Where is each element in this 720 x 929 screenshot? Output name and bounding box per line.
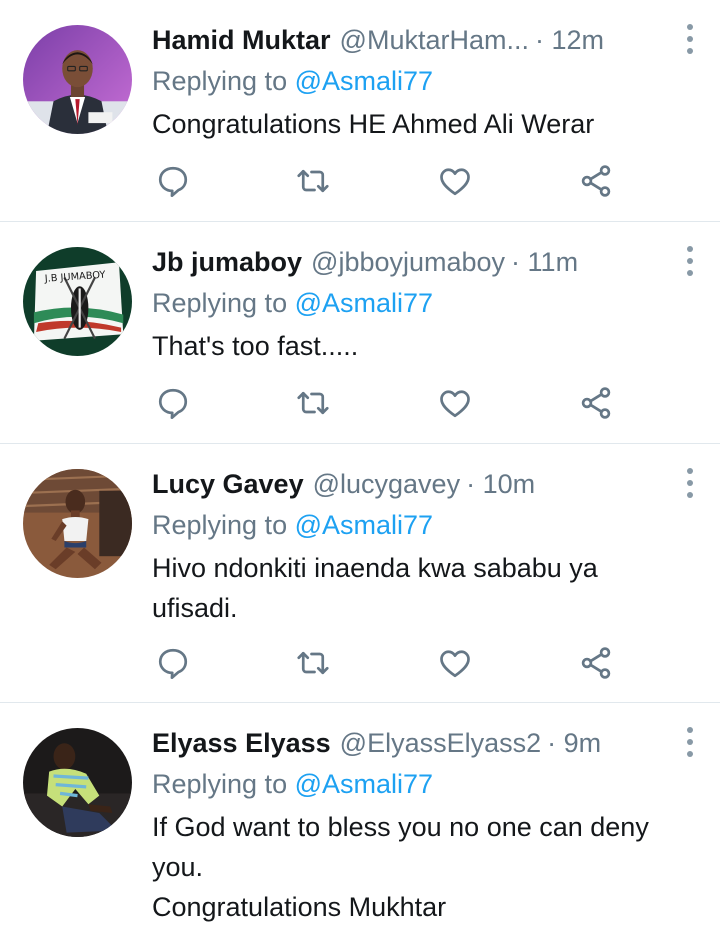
tweet[interactable]: J.B JUMABOY Jb jumaboy @jbboyjumaboy · 1…	[0, 222, 720, 444]
retweet-icon[interactable]	[295, 163, 331, 199]
more-options-icon[interactable]	[680, 24, 700, 58]
avatar-man-plaid-shirt-image	[23, 728, 132, 837]
avatar-woman-seated-image	[23, 469, 132, 578]
more-options-icon[interactable]	[680, 246, 700, 280]
reply-icon[interactable]	[155, 645, 191, 681]
tweet[interactable]: Lucy Gavey @lucygavey · 10m Replying to …	[0, 444, 720, 703]
tweet[interactable]: Elyass Elyass @ElyassElyass2 · 9m Replyi…	[0, 703, 720, 929]
replying-to: Replying to @Asmali77	[152, 764, 700, 804]
tweet-text: If God want to bless you no one can deny…	[152, 812, 649, 922]
tweet-actions	[152, 163, 632, 203]
more-options-icon[interactable]	[680, 468, 700, 502]
tweet-content: Hamid Muktar @MuktarHam... · 12m Replyin…	[152, 18, 700, 144]
author-handle[interactable]: @lucygavey	[313, 469, 460, 500]
tweet-content: Lucy Gavey @lucygavey · 10m Replying to …	[152, 462, 700, 628]
tweet-header: Jb jumaboy @jbboyjumaboy · 11m	[152, 240, 700, 284]
tweet-text: Congratulations HE Ahmed Ali Werar	[152, 109, 595, 139]
tweet-content: Elyass Elyass @ElyassElyass2 · 9m Replyi…	[152, 721, 700, 927]
avatar-jb-jumaboy-logo-image: J.B JUMABOY	[23, 247, 132, 356]
more-options-icon[interactable]	[680, 727, 700, 761]
avatar[interactable]	[23, 469, 132, 578]
tweet-header: Hamid Muktar @MuktarHam... · 12m	[152, 18, 700, 62]
author-handle[interactable]: @jbboyjumaboy	[311, 247, 505, 278]
author-handle[interactable]: @ElyassElyass2	[340, 728, 541, 759]
tweet-time[interactable]: · 10m	[466, 469, 535, 500]
avatar-man-in-suit-image	[23, 25, 132, 134]
mention-link[interactable]: @Asmali77	[295, 66, 433, 96]
like-icon[interactable]	[437, 645, 473, 681]
author-name[interactable]: Elyass Elyass	[152, 728, 331, 759]
tweet-content: Jb jumaboy @jbboyjumaboy · 11m Replying …	[152, 240, 700, 366]
tweet[interactable]: Hamid Muktar @MuktarHam... · 12m Replyin…	[0, 0, 720, 222]
replying-to: Replying to @Asmali77	[152, 61, 700, 101]
reply-icon[interactable]	[155, 163, 191, 199]
author-name[interactable]: Lucy Gavey	[152, 469, 304, 500]
author-name[interactable]: Jb jumaboy	[152, 247, 302, 278]
tweet-time[interactable]: · 12m	[535, 25, 604, 56]
tweet-actions	[152, 645, 632, 685]
share-icon[interactable]	[578, 163, 614, 199]
tweet-header: Lucy Gavey @lucygavey · 10m	[152, 462, 700, 506]
retweet-icon[interactable]	[295, 645, 331, 681]
like-icon[interactable]	[437, 385, 473, 421]
replying-prefix: Replying to	[152, 288, 295, 318]
replying-to: Replying to @Asmali77	[152, 505, 700, 545]
reply-feed: Hamid Muktar @MuktarHam... · 12m Replyin…	[0, 0, 720, 929]
like-icon[interactable]	[437, 163, 473, 199]
tweet-time[interactable]: · 9m	[547, 728, 601, 759]
retweet-icon[interactable]	[295, 385, 331, 421]
replying-prefix: Replying to	[152, 510, 295, 540]
avatar[interactable]	[23, 25, 132, 134]
tweet-text: That's too fast.....	[152, 331, 359, 361]
tweet-actions	[152, 385, 632, 425]
tweet-header: Elyass Elyass @ElyassElyass2 · 9m	[152, 721, 700, 765]
mention-link[interactable]: @Asmali77	[295, 288, 433, 318]
tweet-text: Hivo ndonkiti inaenda kwa sababu ya ufis…	[152, 553, 598, 623]
share-icon[interactable]	[578, 645, 614, 681]
share-icon[interactable]	[578, 385, 614, 421]
author-name[interactable]: Hamid Muktar	[152, 25, 331, 56]
mention-link[interactable]: @Asmali77	[295, 769, 433, 799]
author-handle[interactable]: @MuktarHam...	[340, 25, 529, 56]
avatar[interactable]: J.B JUMABOY	[23, 247, 132, 356]
reply-icon[interactable]	[155, 385, 191, 421]
replying-prefix: Replying to	[152, 66, 295, 96]
avatar[interactable]	[23, 728, 132, 837]
mention-link[interactable]: @Asmali77	[295, 510, 433, 540]
replying-to: Replying to @Asmali77	[152, 283, 700, 323]
replying-prefix: Replying to	[152, 769, 295, 799]
tweet-time[interactable]: · 11m	[511, 247, 578, 278]
